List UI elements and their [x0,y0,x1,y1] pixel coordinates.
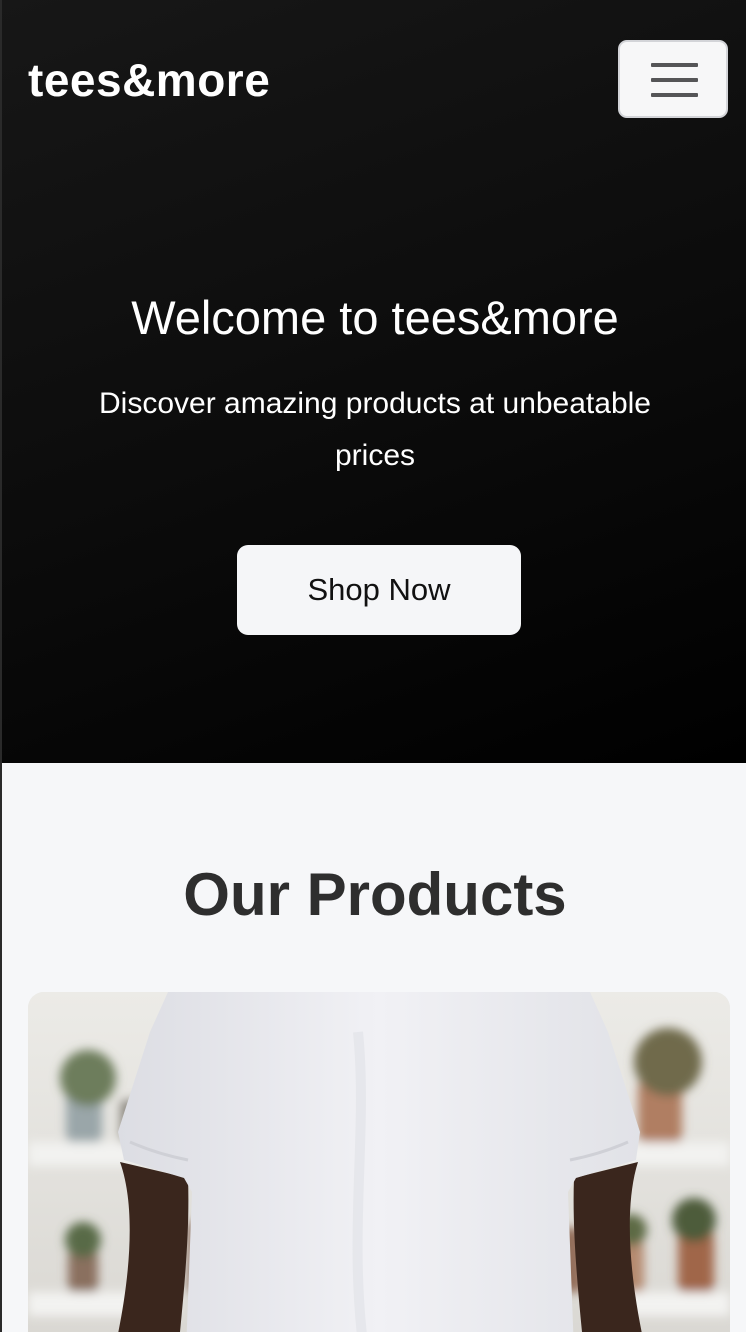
product-image [28,992,730,1332]
menu-toggle-button[interactable] [618,40,728,118]
page: tees&more Welcome to tees&more Discover … [0,0,746,1332]
hero-section: tees&more Welcome to tees&more Discover … [2,0,746,763]
shop-now-button[interactable]: Shop Now [237,545,521,635]
product-card[interactable] [28,992,730,1332]
hero-subtitle: Discover amazing products at unbeatable … [99,387,651,472]
brand-logo[interactable]: tees&more [28,52,270,108]
hero-title: Welcome to tees&more [131,291,619,344]
products-heading: Our Products [183,861,567,928]
